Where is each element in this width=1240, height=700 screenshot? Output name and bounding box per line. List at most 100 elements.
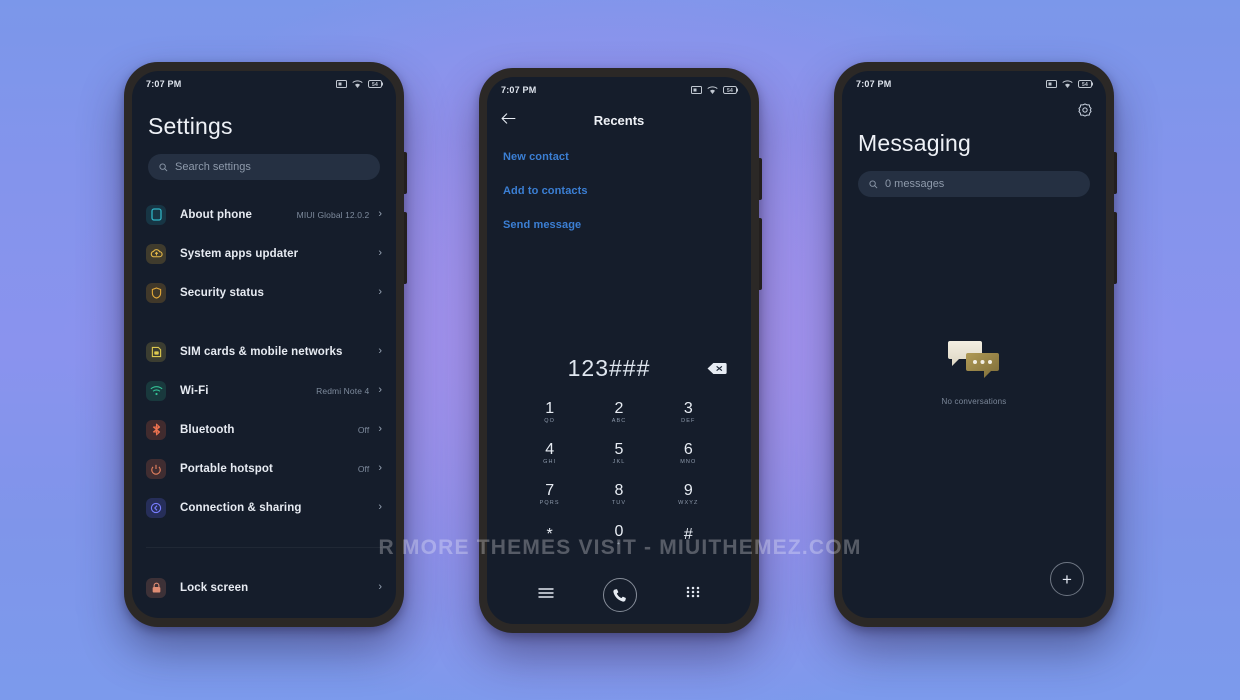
status-time: 7:07 PM	[501, 85, 537, 95]
sidebar-item-portable-hotspot[interactable]: Portable hotspot Off ›	[132, 449, 396, 488]
search-placeholder: 0 messages	[885, 178, 945, 190]
key-number: 7	[545, 481, 555, 499]
new-contact-button[interactable]: New contact	[503, 151, 735, 163]
battery-icon: 54	[723, 86, 738, 94]
messaging-screen: 7:07 PM 54 Messaging 0 messages No conve…	[842, 71, 1106, 618]
key-3[interactable]: 3 DEF	[654, 392, 723, 433]
chevron-right-icon: ›	[378, 208, 382, 220]
sidebar-item-sim-cards[interactable]: SIM cards & mobile networks ›	[132, 332, 396, 371]
sidebar-item-value: MIUI Global 12.0.2	[296, 209, 370, 220]
search-placeholder: Search settings	[175, 161, 251, 173]
sim-icon	[1046, 80, 1057, 88]
side-button-volume[interactable]	[1114, 152, 1117, 194]
sidebar-item-system-apps-updater[interactable]: System apps updater ›	[132, 234, 396, 273]
backspace-icon[interactable]	[707, 362, 727, 375]
sidebar-item-label: Security status	[180, 286, 264, 299]
key-2[interactable]: 2 ABC	[584, 392, 653, 433]
side-button-volume[interactable]	[404, 152, 407, 194]
empty-state-caption: No conversations	[941, 397, 1007, 406]
status-time: 7:07 PM	[856, 79, 892, 89]
key-number: 6	[683, 440, 693, 458]
key-7[interactable]: 7 PQRS	[515, 474, 584, 515]
messaging-topbar	[842, 97, 1106, 122]
key-number: #	[683, 525, 693, 543]
add-to-contacts-button[interactable]: Add to contacts	[503, 185, 735, 197]
sidebar-item-wifi[interactable]: Wi-Fi Redmi Note 4 ›	[132, 371, 396, 410]
list-group-gap	[132, 527, 396, 547]
key-letters: MNO	[680, 459, 697, 466]
sidebar-item-security-status[interactable]: Security status ›	[132, 273, 396, 312]
sidebar-item-label: System apps updater	[180, 247, 299, 260]
key-star[interactable]: *	[515, 515, 584, 556]
bluetooth-icon	[146, 419, 166, 440]
dialer-keypad: 1 QO 2 ABC 3 DEF 4 GHI 5 JKL 6 MNO 7 PQRS 8 TUV …	[487, 392, 751, 556]
sidebar-item-bluetooth[interactable]: Bluetooth Off ›	[132, 410, 396, 449]
hotspot-icon	[146, 458, 166, 479]
side-button-power[interactable]	[1114, 212, 1117, 284]
battery-icon: 54	[368, 80, 383, 88]
key-letters: JKL	[612, 459, 626, 466]
chevron-right-icon: ›	[378, 286, 382, 298]
phone-dialer: 7:07 PM 54 Recents New contact Add to co…	[479, 68, 762, 633]
sidebar-item-connection-sharing[interactable]: Connection & sharing ›	[132, 488, 396, 527]
list-group-gap	[132, 548, 396, 568]
wifi-icon	[707, 85, 718, 94]
key-9[interactable]: 9 WXYZ	[654, 474, 723, 515]
chat-bubbles-icon	[948, 341, 999, 378]
back-arrow-icon[interactable]	[501, 111, 516, 129]
phone-outline-icon	[146, 204, 166, 225]
shield-icon	[146, 282, 166, 303]
phone-settings: 7:07 PM 54 Settings Search settings Abou…	[124, 62, 407, 627]
dialer-screen: 7:07 PM 54 Recents New contact Add to co…	[487, 77, 751, 624]
key-letters: TUV	[611, 500, 627, 507]
svg-text:54: 54	[372, 82, 378, 88]
sidebar-item-lock-screen[interactable]: Lock screen ›	[132, 568, 396, 607]
key-number: 5	[614, 440, 624, 458]
key-number: 9	[683, 481, 693, 499]
sidebar-item-label: Connection & sharing	[180, 501, 302, 514]
key-letters: DEF	[681, 418, 696, 425]
key-letters: ABC	[611, 418, 627, 425]
gear-icon[interactable]	[1078, 103, 1092, 122]
settings-list: About phone MIUI Global 12.0.2 › System …	[132, 195, 396, 607]
key-6[interactable]: 6 MNO	[654, 433, 723, 474]
send-message-button[interactable]: Send message	[503, 219, 735, 231]
empty-state: No conversations	[842, 339, 1106, 406]
key-5[interactable]: 5 JKL	[584, 433, 653, 474]
sidebar-item-about-phone[interactable]: About phone MIUI Global 12.0.2 ›	[132, 195, 396, 234]
side-button-power[interactable]	[404, 212, 407, 284]
list-group-gap	[132, 312, 396, 332]
svg-text:54: 54	[1082, 82, 1088, 88]
key-number: 0	[614, 522, 624, 540]
chevron-right-icon: ›	[378, 501, 382, 513]
search-input[interactable]: 0 messages	[858, 171, 1090, 197]
side-button-volume[interactable]	[759, 158, 762, 200]
keypad-grid-icon[interactable]	[686, 586, 700, 605]
key-letters: PQRS	[539, 500, 560, 507]
chevron-right-icon: ›	[378, 384, 382, 396]
key-number: 1	[545, 399, 555, 417]
key-8[interactable]: 8 TUV	[584, 474, 653, 515]
sidebar-item-value: Off	[357, 424, 370, 435]
key-4[interactable]: 4 GHI	[515, 433, 584, 474]
hamburger-menu-icon[interactable]	[537, 586, 554, 604]
battery-icon: 54	[1078, 80, 1093, 88]
search-input[interactable]: Search settings	[148, 154, 380, 180]
key-0[interactable]: 0 +	[584, 515, 653, 556]
side-button-power[interactable]	[759, 218, 762, 290]
wifi-icon	[146, 380, 166, 401]
chevron-right-icon: ›	[378, 423, 382, 435]
call-button[interactable]	[602, 578, 637, 612]
key-letters: GHI	[543, 459, 557, 466]
sidebar-item-label: Lock screen	[180, 581, 249, 594]
new-message-button[interactable]: +	[1050, 562, 1084, 596]
lock-icon	[146, 577, 166, 598]
key-number: 4	[545, 440, 555, 458]
sidebar-item-value: Off	[357, 463, 370, 474]
phone-messaging: 7:07 PM 54 Messaging 0 messages No conve…	[834, 62, 1117, 627]
cloud-icon	[146, 243, 166, 264]
key-hash[interactable]: #	[654, 515, 723, 556]
key-1[interactable]: 1 QO	[515, 392, 584, 433]
sim-icon	[691, 86, 702, 94]
key-letters: WXYZ	[678, 500, 699, 507]
